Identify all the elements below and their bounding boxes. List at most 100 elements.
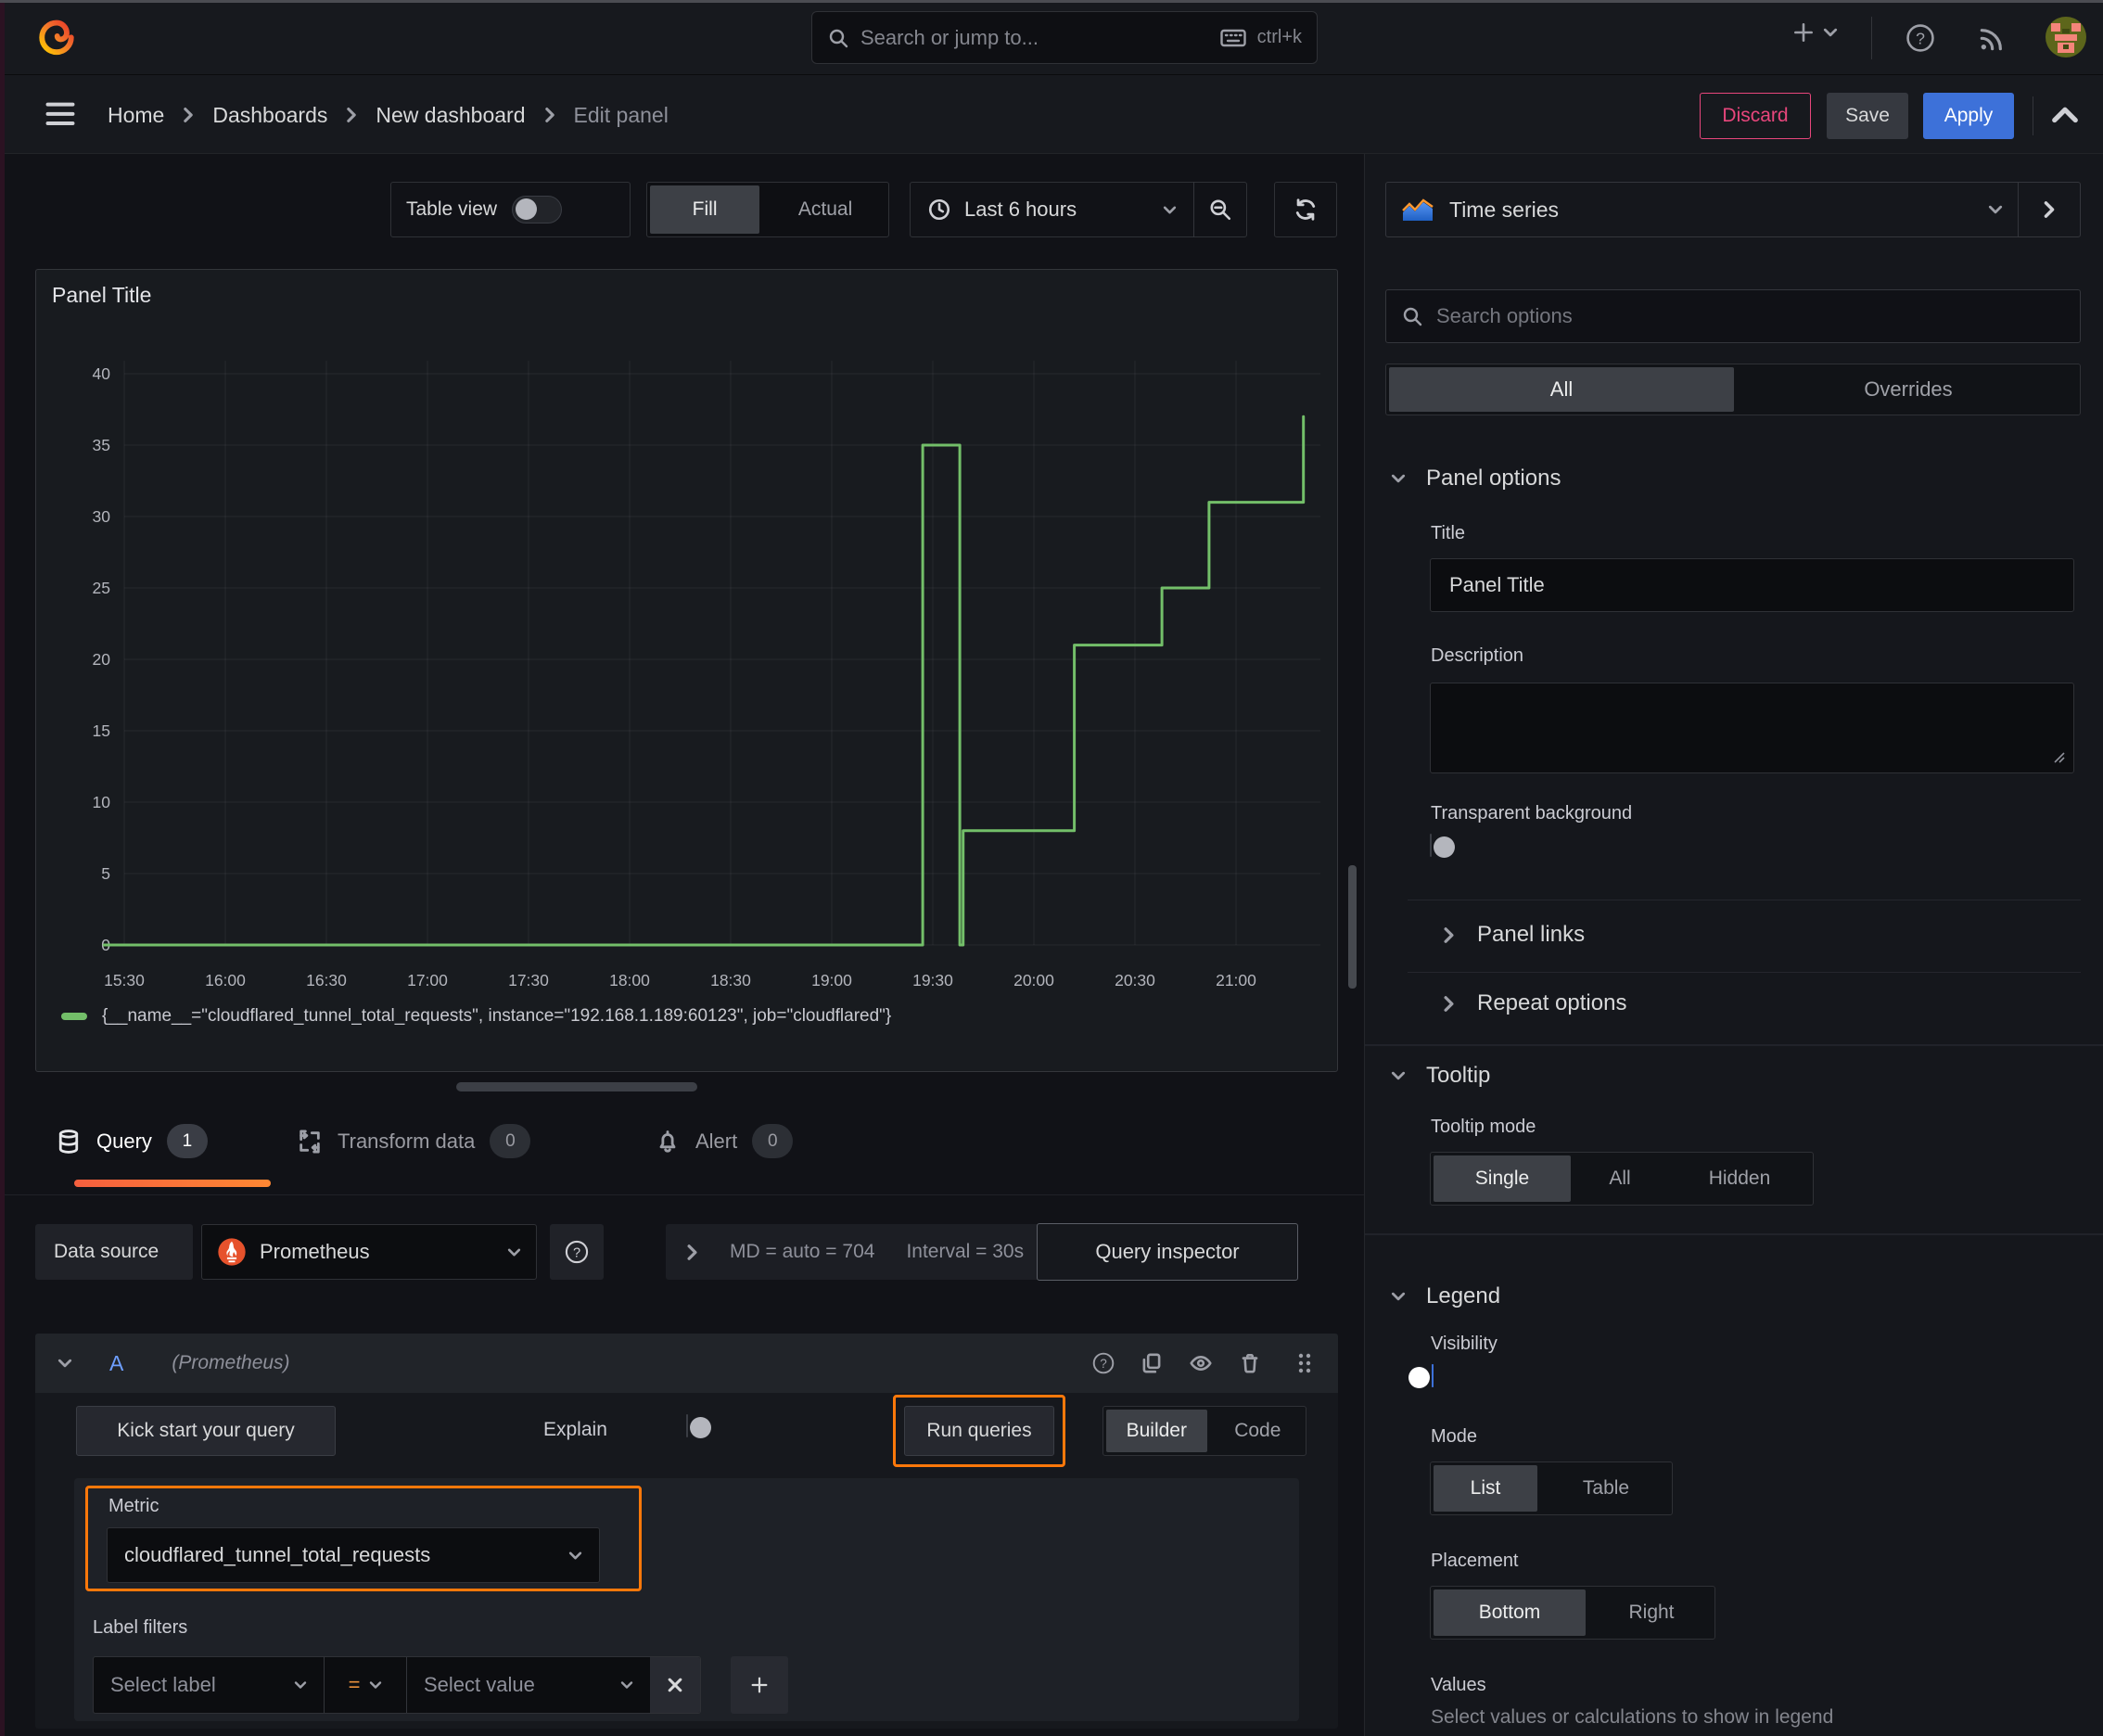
tabs-underline-divider bbox=[0, 1194, 1364, 1195]
refresh-button[interactable] bbox=[1274, 182, 1337, 237]
tab-transform[interactable]: Transform data 0 bbox=[297, 1124, 531, 1158]
placement-label: Placement bbox=[1431, 1551, 1519, 1571]
add-menu-button[interactable] bbox=[1791, 20, 1838, 45]
transparent-background-toggle[interactable] bbox=[1430, 834, 1455, 858]
metric-value: cloudflared_tunnel_total_requests bbox=[124, 1543, 431, 1566]
datasource-picker[interactable]: Prometheus bbox=[201, 1224, 537, 1280]
news-icon[interactable] bbox=[1977, 24, 2007, 54]
duplicate-query-icon[interactable] bbox=[1140, 1351, 1164, 1375]
delete-query-icon[interactable] bbox=[1238, 1351, 1262, 1375]
tab-query[interactable]: Query 1 bbox=[56, 1124, 208, 1158]
datasource-label: Data source bbox=[35, 1224, 193, 1280]
time-range-picker[interactable]: Last 6 hours bbox=[911, 198, 1193, 222]
table-view-control: Table view bbox=[390, 182, 631, 237]
chart-legend: {__name__="cloudflared_tunnel_total_requ… bbox=[61, 1006, 891, 1027]
tab-all[interactable]: All bbox=[1389, 367, 1734, 412]
transparent-background-label: Transparent background bbox=[1431, 803, 1633, 823]
table-view-toggle[interactable] bbox=[512, 196, 563, 223]
svg-text:5: 5 bbox=[101, 864, 110, 883]
expand-viz-picker-button[interactable] bbox=[2019, 200, 2080, 219]
builder-option[interactable]: Builder bbox=[1106, 1410, 1207, 1452]
svg-text:?: ? bbox=[1100, 1357, 1107, 1371]
query-inspector-button[interactable]: Query inspector bbox=[1037, 1223, 1298, 1281]
tooltip-header[interactable]: Tooltip bbox=[1391, 1063, 1490, 1089]
remove-filter-button[interactable] bbox=[650, 1657, 700, 1713]
fill-option[interactable]: Fill bbox=[650, 185, 760, 234]
panel-links-section[interactable]: Panel links bbox=[1443, 922, 1585, 948]
breadcrumb-home[interactable]: Home bbox=[108, 103, 164, 128]
repeat-options-section[interactable]: Repeat options bbox=[1443, 990, 1626, 1016]
kick-start-query-button[interactable]: Kick start your query bbox=[76, 1406, 336, 1456]
panel-title-input[interactable] bbox=[1430, 558, 2074, 612]
svg-text:?: ? bbox=[1916, 29, 1925, 47]
tab-alert[interactable]: Alert 0 bbox=[655, 1124, 794, 1158]
query-help-icon[interactable]: ? bbox=[1091, 1351, 1115, 1375]
chevron-down-icon bbox=[568, 1551, 582, 1559]
visibility-label: Visibility bbox=[1431, 1334, 1498, 1354]
svg-text:40: 40 bbox=[93, 364, 111, 383]
apply-button[interactable]: Apply bbox=[1923, 93, 2014, 139]
breadcrumb-edit-panel: Edit panel bbox=[573, 102, 669, 127]
menu-toggle[interactable] bbox=[43, 98, 78, 130]
query-row-header[interactable]: A (Prometheus) ? bbox=[35, 1334, 1338, 1393]
operator-dropdown[interactable]: = bbox=[325, 1673, 406, 1697]
query-row-body: Kick start your query Explain Run querie… bbox=[35, 1393, 1338, 1729]
tab-overrides[interactable]: Overrides bbox=[1737, 364, 2080, 415]
chart-panel: Panel Title 0 5 10 15 20 25 30 35 40 15:30 16:00 16… bbox=[35, 269, 1338, 1072]
tab-query-label: Query bbox=[96, 1129, 152, 1153]
legend-label[interactable]: {__name__="cloudflared_tunnel_total_requ… bbox=[102, 1006, 891, 1027]
chevron-right-icon bbox=[1444, 926, 1454, 943]
datasource-name: Prometheus bbox=[260, 1240, 370, 1263]
grafana-logo-icon[interactable] bbox=[36, 15, 77, 59]
tooltip-single-option[interactable]: Single bbox=[1434, 1155, 1571, 1202]
metric-label: Metric bbox=[108, 1496, 159, 1516]
svg-text:35: 35 bbox=[93, 436, 110, 454]
legend-title: Legend bbox=[1426, 1283, 1501, 1308]
legend-table-option[interactable]: Table bbox=[1540, 1462, 1672, 1514]
collapse-options-button[interactable] bbox=[2051, 104, 2079, 124]
discard-button[interactable]: Discard bbox=[1700, 93, 1811, 139]
visualization-picker[interactable]: Time series bbox=[1385, 182, 2081, 237]
chevron-right-icon bbox=[2044, 201, 2055, 218]
search-icon bbox=[827, 27, 849, 49]
zoom-out-button[interactable] bbox=[1194, 198, 1246, 222]
legend-list-option[interactable]: List bbox=[1434, 1465, 1537, 1512]
placement-bottom-option[interactable]: Bottom bbox=[1434, 1589, 1586, 1636]
legend-visibility-toggle[interactable] bbox=[1408, 1364, 1434, 1388]
legend-header[interactable]: Legend bbox=[1391, 1283, 1500, 1309]
tooltip-hidden-option[interactable]: Hidden bbox=[1666, 1153, 1813, 1205]
run-queries-button[interactable]: Run queries bbox=[904, 1406, 1054, 1456]
placement-right-option[interactable]: Right bbox=[1588, 1587, 1714, 1639]
svg-text:16:30: 16:30 bbox=[306, 971, 347, 989]
search-options-box[interactable]: Search options bbox=[1385, 289, 2081, 343]
divider bbox=[1408, 972, 2081, 973]
description-textarea[interactable] bbox=[1430, 683, 2074, 773]
select-label-placeholder: Select label bbox=[110, 1673, 216, 1696]
svg-text:20:00: 20:00 bbox=[1013, 971, 1054, 989]
help-button[interactable]: ? bbox=[1905, 22, 1936, 54]
resize-drag-handle[interactable] bbox=[456, 1082, 697, 1091]
datasource-help-button[interactable]: ? bbox=[550, 1224, 604, 1280]
prometheus-icon bbox=[218, 1238, 246, 1266]
breadcrumb-dashboards[interactable]: Dashboards bbox=[212, 103, 327, 128]
time-series-chart[interactable]: 0 5 10 15 20 25 30 35 40 15:30 16:00 16:30 17:00 17:3… bbox=[36, 270, 1337, 1002]
avatar[interactable] bbox=[2046, 17, 2086, 57]
panel-options-header[interactable]: Panel options bbox=[1391, 466, 1561, 491]
actual-option[interactable]: Actual bbox=[762, 183, 888, 236]
svg-text:19:00: 19:00 bbox=[811, 971, 852, 989]
add-filter-button[interactable] bbox=[731, 1656, 788, 1714]
toggle-visibility-icon[interactable] bbox=[1188, 1351, 1214, 1375]
select-value-dropdown[interactable]: Select value bbox=[407, 1673, 650, 1697]
explain-toggle[interactable] bbox=[686, 1414, 711, 1438]
save-button[interactable]: Save bbox=[1827, 93, 1908, 139]
metric-select[interactable]: cloudflared_tunnel_total_requests bbox=[107, 1527, 600, 1583]
select-label-dropdown[interactable]: Select label bbox=[94, 1673, 324, 1697]
code-option[interactable]: Code bbox=[1210, 1407, 1306, 1455]
drag-handle-icon[interactable] bbox=[1294, 1350, 1316, 1376]
resize-corner-icon[interactable] bbox=[2049, 747, 2068, 766]
global-search-box[interactable]: Search or jump to... ctrl+k bbox=[811, 11, 1318, 64]
breadcrumb-new-dashboard[interactable]: New dashboard bbox=[376, 103, 525, 128]
scrollbar-thumb[interactable] bbox=[1348, 865, 1357, 989]
tooltip-all-option[interactable]: All bbox=[1574, 1153, 1666, 1205]
explain-label: Explain bbox=[543, 1419, 607, 1440]
